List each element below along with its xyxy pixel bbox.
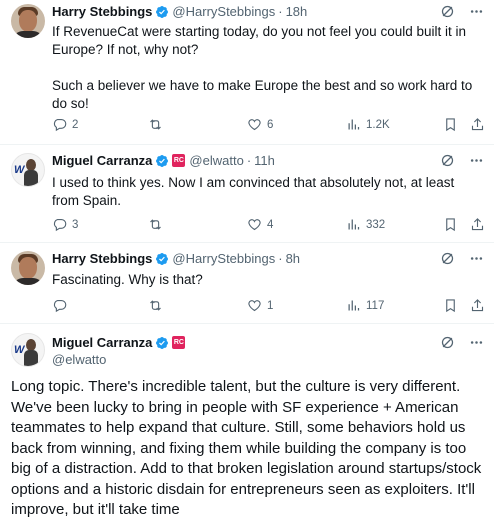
like-count: 4 <box>267 218 274 231</box>
share-button[interactable] <box>470 117 485 132</box>
view-count: 332 <box>366 218 386 231</box>
author-handle[interactable]: @elwatto <box>189 153 243 168</box>
bookmark-icon <box>443 117 458 132</box>
tweet-miguel-main[interactable]: W Miguel Carranza RC @elwatto Long topic… <box>0 324 494 524</box>
grok-icon[interactable] <box>440 251 455 266</box>
like-icon <box>247 117 262 132</box>
views-button[interactable]: 1.2K <box>346 117 390 132</box>
tweet-actions: 1 117 <box>52 298 482 316</box>
author-handle[interactable]: @HarryStebbings <box>172 251 275 266</box>
tweet-header: Harry Stebbings @HarryStebbings · 8h <box>52 251 300 266</box>
like-icon <box>247 217 262 232</box>
retweet-button[interactable] <box>148 217 168 232</box>
views-button[interactable]: 117 <box>346 298 384 313</box>
verified-badge-icon <box>155 5 169 19</box>
bookmark-button[interactable] <box>443 117 458 132</box>
like-count: 6 <box>267 118 274 131</box>
avatar[interactable] <box>11 4 45 38</box>
tweet-header: Harry Stebbings @HarryStebbings · 18h <box>52 4 307 19</box>
tweet-harry-2[interactable]: Harry Stebbings @HarryStebbings · 8h Fas… <box>0 243 494 323</box>
separator-dot: · <box>278 251 283 266</box>
tweet-top-icons <box>440 153 484 168</box>
tweet-actions: 3 4 332 <box>52 217 482 235</box>
reply-icon <box>52 217 67 232</box>
timestamp[interactable]: 11h <box>254 153 275 168</box>
tweet-text: Fascinating. Why is that? <box>52 272 203 287</box>
tweet-top-icons <box>440 335 484 350</box>
retweet-icon <box>148 217 163 232</box>
affiliate-badge[interactable]: RC <box>172 336 186 349</box>
author-handle[interactable]: @HarryStebbings <box>172 4 275 19</box>
bookmark-button[interactable] <box>443 217 458 232</box>
verified-badge-icon <box>155 154 169 168</box>
like-button[interactable]: 4 <box>247 217 273 232</box>
view-count: 1.2K <box>366 118 390 131</box>
tweet-top-icons <box>440 251 484 266</box>
share-button[interactable] <box>470 217 485 232</box>
verified-badge-icon <box>155 336 169 350</box>
more-icon[interactable] <box>469 4 484 19</box>
reply-count: 2 <box>72 118 79 131</box>
views-icon <box>346 117 361 132</box>
bookmark-icon <box>443 298 458 313</box>
author-name[interactable]: Harry Stebbings <box>52 4 152 19</box>
tweet-miguel-1[interactable]: W Miguel Carranza RC @elwatto · 11h I us… <box>0 145 494 242</box>
retweet-button[interactable] <box>148 298 168 313</box>
affiliate-badge[interactable]: RC <box>172 154 186 167</box>
like-button[interactable]: 6 <box>247 117 273 132</box>
like-count: 1 <box>267 299 274 312</box>
like-button[interactable]: 1 <box>247 298 273 313</box>
bookmark-icon <box>443 217 458 232</box>
tweet-top-icons <box>440 4 484 19</box>
retweet-icon <box>148 117 163 132</box>
avatar[interactable] <box>11 251 45 285</box>
tweet-header: Miguel Carranza RC @elwatto · 11h <box>52 153 275 168</box>
tweet-text: I used to think yes. Now I am convinced … <box>52 175 458 208</box>
more-icon[interactable] <box>469 335 484 350</box>
author-name[interactable]: Harry Stebbings <box>52 251 152 266</box>
more-icon[interactable] <box>469 153 484 168</box>
verified-badge-icon <box>155 252 169 266</box>
author-handle[interactable]: @elwatto <box>52 352 106 367</box>
retweet-button[interactable] <box>148 117 168 132</box>
retweet-icon <box>148 298 163 313</box>
share-icon <box>470 217 485 232</box>
grok-icon[interactable] <box>440 153 455 168</box>
tweet-harry-1[interactable]: Harry Stebbings @HarryStebbings · 18h If… <box>0 0 494 144</box>
avatar[interactable]: W <box>11 153 45 187</box>
avatar[interactable]: W <box>11 333 45 367</box>
views-button[interactable]: 332 <box>346 217 385 232</box>
view-count: 117 <box>366 299 385 312</box>
more-icon[interactable] <box>469 251 484 266</box>
tweet-text: Long topic. There's incredible talent, b… <box>11 378 482 518</box>
reply-button[interactable]: 3 <box>52 217 78 232</box>
reply-button[interactable]: 2 <box>52 117 78 132</box>
views-icon <box>346 217 361 232</box>
share-button[interactable] <box>470 298 485 313</box>
grok-icon[interactable] <box>440 4 455 19</box>
views-icon <box>346 298 361 313</box>
reply-button[interactable] <box>52 298 72 313</box>
share-icon <box>470 117 485 132</box>
timestamp[interactable]: 8h <box>286 251 300 266</box>
like-icon <box>247 298 262 313</box>
timestamp[interactable]: 18h <box>286 4 308 19</box>
author-name[interactable]: Miguel Carranza <box>52 153 152 168</box>
share-icon <box>470 298 485 313</box>
reply-icon <box>52 298 67 313</box>
bookmark-button[interactable] <box>443 298 458 313</box>
author-name[interactable]: Miguel Carranza <box>52 335 152 350</box>
grok-icon[interactable] <box>440 335 455 350</box>
tweet-header: Miguel Carranza RC <box>52 335 189 350</box>
tweet-actions: 2 6 1.2K <box>52 117 482 135</box>
reply-count: 3 <box>72 218 79 231</box>
reply-icon <box>52 117 67 132</box>
tweet-text: If RevenueCat were starting today, do yo… <box>52 24 473 111</box>
separator-dot: · <box>278 4 283 19</box>
separator-dot: · <box>246 153 252 168</box>
